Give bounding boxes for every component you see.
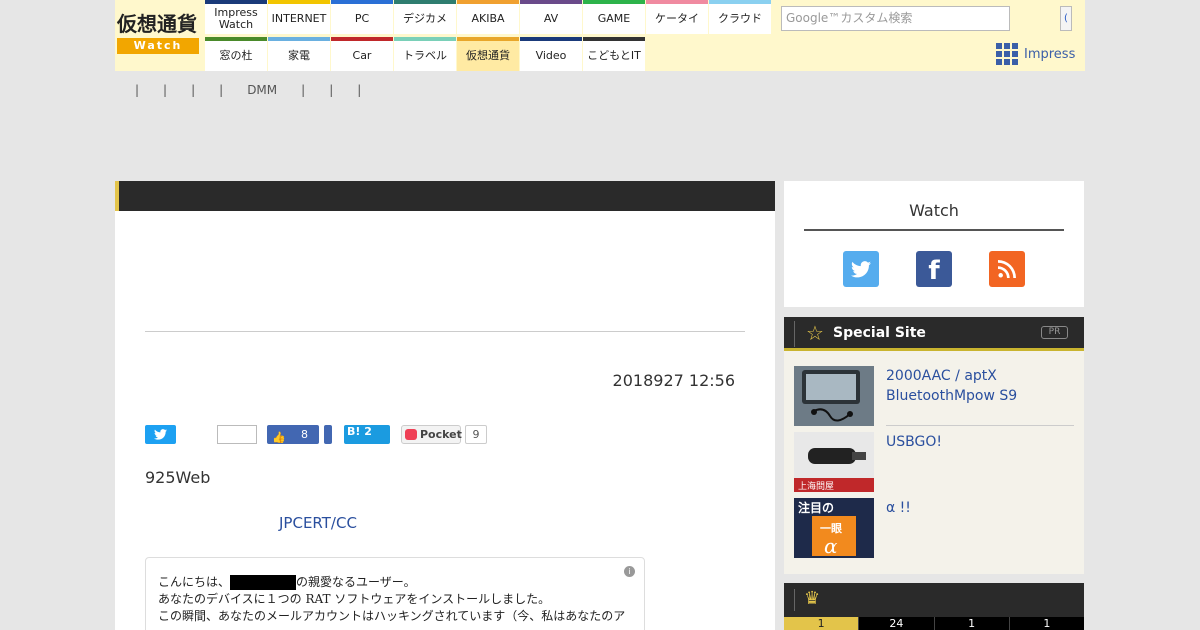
sidebar-watch-title: Watch (909, 201, 959, 220)
pocket-count: 9 (465, 425, 487, 444)
ranking-tab[interactable]: 1 (1008, 617, 1084, 630)
sub-navigation: | | | | DMM | | | (135, 82, 385, 98)
facebook-follow-button[interactable]: f (916, 251, 952, 287)
ranking-tabs: 1 24 1 1 (784, 617, 1084, 630)
crown-icon: ♛ (804, 588, 821, 609)
ranking-tab[interactable]: 1 (784, 617, 859, 630)
impress-label: Impress (1024, 46, 1076, 62)
facebook-icon: f (928, 256, 940, 286)
impress-link[interactable]: Impress (996, 42, 1075, 66)
article-lead: 925Web (145, 468, 211, 487)
subnav-item[interactable]: | (301, 83, 305, 97)
email-line-2: あなたのデバイスに１つの RAT ソフトウェアをインストールしました。 (158, 592, 551, 606)
special-site-header: ☆ Special Site PR (784, 317, 1084, 351)
nav-item[interactable]: GAME (583, 0, 645, 34)
nav-item[interactable]: PC (331, 0, 393, 34)
special-item-title: 2000AAC / aptX BluetoothMpow S9 (886, 368, 1018, 404)
divider (145, 331, 745, 332)
article-main: 2018927 12:56 👍 8 B! 2 Pocket 9 925Web J… (115, 181, 775, 630)
search-input[interactable]: Google™カスタム検索 (781, 6, 1010, 31)
earphones-thumbnail (794, 366, 874, 426)
ranking-tab[interactable]: 24 (858, 617, 934, 630)
ranking-box: ♛ 1 24 1 1 (784, 583, 1084, 630)
hatena-bookmark-button[interactable]: B! 2 (344, 425, 390, 444)
nav-item[interactable]: トラベル (394, 37, 456, 71)
subnav-item[interactable]: | (329, 83, 333, 97)
nav-item[interactable]: クラウド (709, 0, 771, 34)
logo-title: 仮想通貨 (117, 12, 197, 36)
email-screenshot: i こんにちは、 の親愛なるユーザー。 あなたのデバイスに１つの RAT ソフトウ… (145, 557, 645, 630)
info-icon[interactable]: i (624, 566, 635, 577)
camera-promo-thumbnail: 注目の 一眼 α (794, 498, 874, 558)
subnav-item[interactable]: | (219, 83, 223, 97)
special-item-title: α !! (886, 500, 911, 516)
search-button[interactable]: ( (1060, 6, 1072, 31)
star-icon: ☆ (806, 321, 824, 345)
article-date: 2018927 12:56 (612, 371, 735, 390)
logo-ribbon: Watch (117, 38, 199, 54)
twitter-share-button[interactable] (145, 425, 176, 444)
svg-text:α: α (824, 534, 838, 558)
subnav-item[interactable]: | (357, 83, 361, 97)
svg-text:上海問屋: 上海問屋 (798, 480, 834, 492)
twitter-icon (154, 429, 167, 440)
divider (886, 425, 1074, 426)
special-item-title: USBGO! (886, 434, 942, 450)
ranking-tab[interactable]: 1 (933, 617, 1009, 630)
special-site-box: ☆ Special Site PR 2000AAC / aptX Bluetoo… (784, 317, 1084, 574)
nav-item[interactable]: AKIBA (457, 0, 519, 34)
header-divider (794, 321, 795, 347)
facebook-share-button[interactable] (324, 425, 332, 444)
subnav-item[interactable]: DMM (247, 83, 277, 97)
pr-badge: PR (1041, 326, 1068, 339)
subnav-item[interactable]: | (163, 83, 167, 97)
pocket-button[interactable]: Pocket (401, 425, 462, 444)
facebook-like-count: 8 (301, 428, 308, 441)
twitter-icon (851, 261, 871, 278)
email-line-1: こんにちは、 の親愛なるユーザー。 (158, 575, 416, 590)
subnav-item[interactable]: | (191, 83, 195, 97)
special-site-title: Special Site (833, 325, 926, 341)
facebook-like-button[interactable]: 👍 8 (267, 425, 319, 444)
article-title-bar (115, 181, 775, 211)
nav-item[interactable]: 家電 (268, 37, 330, 71)
site-header: 仮想通貨 Watch Impress Watch INTERNET PC デジカメ AK… (0, 0, 1200, 71)
twitter-follow-button[interactable] (843, 251, 879, 287)
nav-item[interactable]: INTERNET (268, 0, 330, 34)
thumbs-up-icon: 👍 (272, 431, 286, 444)
rss-button[interactable] (989, 251, 1025, 287)
nav-item[interactable]: Impress Watch (205, 0, 267, 34)
pocket-icon (405, 429, 417, 440)
usb-gadget-thumbnail: 上海問屋 (794, 432, 874, 492)
nav-item[interactable]: 窓の杜 (205, 37, 267, 71)
tweet-count-box (217, 425, 257, 444)
site-logo[interactable]: 仮想通貨 Watch (117, 12, 201, 57)
jpcert-link[interactable]: JPCERT/CC (279, 514, 357, 532)
nav-item[interactable]: Video (520, 37, 582, 71)
header-divider (794, 589, 795, 611)
nav-item[interactable]: ケータイ (646, 0, 708, 34)
site-nav: Impress Watch INTERNET PC デジカメ AKIBA AV GAME ケー… (205, 0, 771, 71)
nav-item[interactable]: Car (331, 37, 393, 71)
email-line-3: この瞬間、あなたのメールアカウントはハッキングされています（今、私はあなたのア (158, 609, 626, 623)
share-buttons: 👍 8 B! 2 Pocket 9 (145, 425, 745, 445)
sidebar-watch-box: Watch f (784, 181, 1084, 307)
svg-text:注目の: 注目の (798, 500, 834, 515)
rss-icon (998, 260, 1016, 278)
grid-icon (996, 43, 1018, 65)
nav-item[interactable]: デジカメ (394, 0, 456, 34)
pocket-label: Pocket (420, 428, 462, 441)
nav-item[interactable]: 仮想通貨 (457, 37, 519, 71)
subnav-item[interactable]: | (135, 83, 139, 97)
redacted-block (230, 575, 297, 590)
nav-item[interactable]: こどもとIT (583, 37, 645, 71)
title-underline (804, 229, 1064, 231)
nav-item[interactable]: AV (520, 0, 582, 34)
